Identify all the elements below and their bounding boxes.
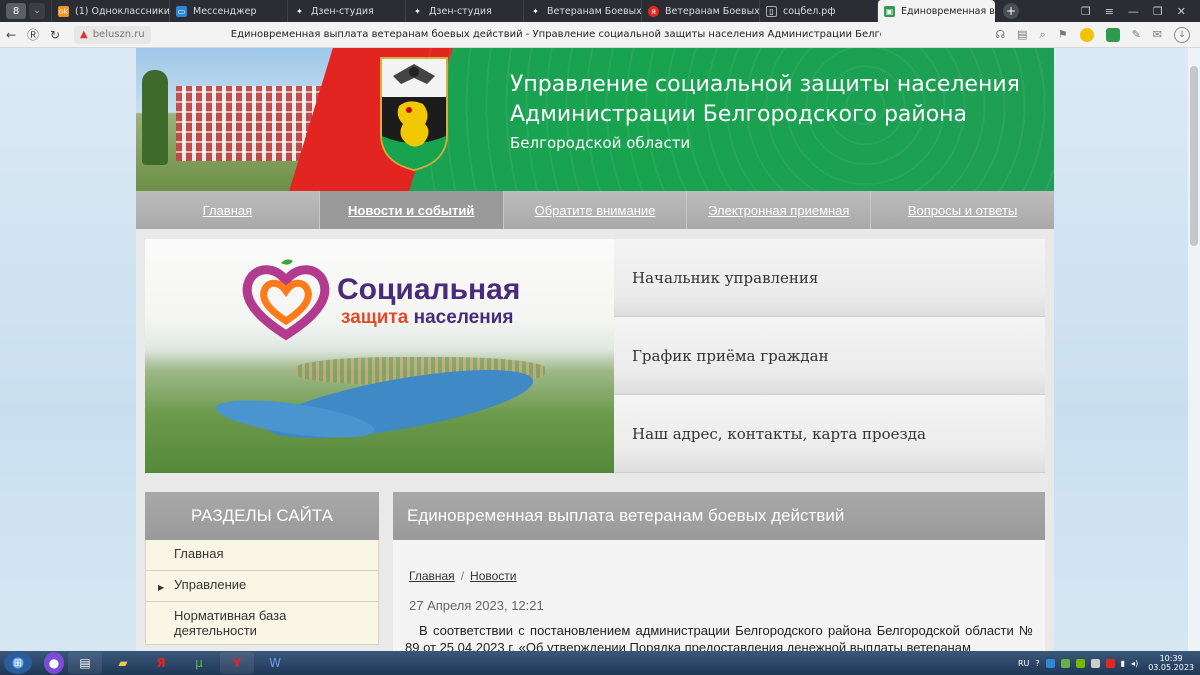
browser-tab-active[interactable]: ▣Единовременная выг✕ [877, 0, 995, 22]
link-reception-schedule[interactable]: График приёма граждан [614, 317, 1045, 395]
breadcrumb: Главная / Новости [409, 569, 517, 583]
sidebar-item-management[interactable]: ▶ Управление [145, 571, 379, 602]
hero-logo-title: Социальная [337, 273, 521, 306]
minimize-icon[interactable]: — [1128, 5, 1139, 18]
warning-icon: ▲ [80, 29, 88, 40]
new-tab-button[interactable]: + [1003, 3, 1019, 19]
reader-icon[interactable]: ▤ [1017, 28, 1027, 41]
sidebar: РАЗДЕЛЫ САЙТА Главная ▶ Управление Нормат… [145, 492, 379, 651]
scrollbar-thumb[interactable] [1190, 66, 1198, 246]
tray-app-icon[interactable] [1075, 658, 1085, 668]
browser-tab-strip: 8 ⌄ ok (1) Одноклассники ▭ Мессенджер ✦ Дзе… [0, 0, 1200, 22]
close-window-icon[interactable]: ✕ [1177, 5, 1186, 18]
yandex-browser-icon[interactable]: Я [144, 652, 178, 674]
browser-tab[interactable]: ✦ Дзен-студия [287, 0, 405, 22]
zen-icon: ✦ [414, 6, 421, 16]
tray-app-icon[interactable] [1090, 658, 1100, 668]
page-title-in-address-bar[interactable]: Единовременная выплата ветеранам боевых … [231, 29, 881, 40]
utorrent-icon[interactable]: µ [182, 652, 216, 674]
folder-icon[interactable]: ▰ [106, 652, 140, 674]
coat-of-arms-icon [380, 57, 448, 172]
maximize-icon[interactable]: ❐ [1153, 5, 1163, 18]
hero-links: Начальник управления График приёма гражд… [614, 239, 1045, 473]
headphones-icon[interactable]: ☊ [995, 28, 1005, 41]
browser-tab[interactable]: яВетеранам Боевых Дейс [641, 0, 759, 22]
volume-icon[interactable]: ◂) [1131, 659, 1138, 668]
back-icon[interactable]: ← [0, 28, 22, 42]
yandex-home-icon[interactable]: Ⓡ [22, 26, 44, 43]
chevron-down-icon[interactable]: ⌄ [29, 3, 45, 19]
nav-item-news[interactable]: Новости и событий [319, 191, 504, 229]
translate-icon[interactable]: ⌕ [1040, 28, 1046, 42]
alice-icon[interactable]: ● [44, 652, 64, 674]
browser-tab[interactable]: ok (1) Одноклассники [51, 0, 169, 22]
article-body: В соответствии с постановлением админист… [405, 623, 1033, 651]
nav-item-attention[interactable]: Обратите внимание [504, 191, 688, 229]
browser-tab[interactable]: ✦Ветеранам Боевых Дейс [523, 0, 641, 22]
main-navigation: Главная Новости и событий Обратите внима… [136, 191, 1054, 229]
sidebar-item-home[interactable]: Главная [145, 540, 379, 571]
address-bar-tools: ☊ ▤ ⌕ ⚑ ✎ ✉ ↓ [995, 26, 1200, 43]
link-head-of-department[interactable]: Начальник управления [614, 239, 1045, 317]
page-viewport: Управление социальной защиты населения Ад… [0, 48, 1200, 651]
sidebar-item-regulations[interactable]: Нормативная база деятельности [145, 602, 379, 645]
zen-icon: ✦ [296, 6, 303, 16]
protect-icon[interactable] [1105, 27, 1120, 42]
mail-icon[interactable]: ✉ [1153, 28, 1162, 41]
article-date: 27 Апреля 2023, 12:21 [409, 598, 544, 613]
bookmarks-icon[interactable]: ❐ [1081, 5, 1091, 18]
reload-icon[interactable]: ↻ [44, 28, 66, 42]
tray-app-icon[interactable] [1060, 658, 1070, 668]
word-icon[interactable]: W [258, 652, 292, 674]
tab-counter[interactable]: 8 [6, 3, 26, 19]
site-header-banner: Управление социальной защиты населения Ад… [136, 48, 1054, 191]
clock[interactable]: 10:39 03.05.2023 [1148, 654, 1194, 672]
yandex-icon: я [648, 5, 659, 17]
nav-item-faq[interactable]: Вопросы и ответы [871, 191, 1054, 229]
page-icon: ▯ [766, 5, 777, 17]
system-tray: RU ? ▮ ◂) 10:39 03.05.2023 [1018, 654, 1200, 672]
article-heading: Единовременная выплата ветеранам боевых … [393, 492, 1045, 540]
help-icon[interactable]: ? [1035, 659, 1039, 668]
nav-item-home[interactable]: Главная [136, 191, 320, 229]
sidebar-heading: РАЗДЕЛЫ САЙТА [145, 492, 379, 540]
breadcrumb-home[interactable]: Главная [409, 569, 455, 583]
site-container: Управление социальной защиты населения Ад… [136, 48, 1054, 651]
messenger-icon: ▭ [176, 5, 187, 17]
hero-block: Социальная защита населения Начальник уп… [145, 239, 1045, 473]
nav-item-e-reception[interactable]: Электронная приемная [687, 191, 872, 229]
extension-icon[interactable]: ✎ [1132, 28, 1141, 41]
menu-icon[interactable]: ≡ [1105, 5, 1114, 18]
zen-icon: ✦ [532, 6, 539, 16]
bookmark-icon[interactable]: ⚑ [1058, 28, 1068, 41]
tray-app-icon[interactable] [1105, 658, 1115, 668]
url-field[interactable]: ▲ beluszn.ru [74, 25, 151, 44]
link-address-contacts[interactable]: Наш адрес, контакты, карта проезда [614, 395, 1045, 473]
browser-tab[interactable]: ✦ Дзен-студия [405, 0, 523, 22]
windows-explorer-icon[interactable]: ▤ [68, 652, 102, 674]
breadcrumb-news[interactable]: Новости [470, 569, 516, 583]
tray-app-icon[interactable] [1045, 658, 1055, 668]
yandex-active-icon[interactable]: Y [220, 652, 254, 674]
start-button[interactable]: ⊞ [4, 652, 32, 674]
site-title: Управление социальной защиты населения Ад… [510, 72, 1020, 127]
browser-tab[interactable]: ▭ Мессенджер [169, 0, 287, 22]
heart-hands-logo-icon [242, 259, 330, 341]
network-icon[interactable]: ▮ [1121, 659, 1125, 668]
yandex-extension-icon[interactable] [1079, 27, 1094, 42]
article: Единовременная выплата ветеранам боевых … [393, 492, 1045, 651]
odnoklassniki-icon: ok [58, 5, 69, 17]
site-subtitle: Белгородской области [510, 134, 691, 152]
hero-logo-subtitle: защита населения [341, 307, 514, 328]
browser-tab[interactable]: ▯ соцбел.рф [759, 0, 877, 22]
windows-taskbar: ⊞ ● ▤ ▰ Я µ Y W RU ? ▮ ◂) 10:39 03.05.202… [0, 651, 1200, 675]
scrollbar[interactable] [1188, 48, 1200, 651]
site-favicon-icon: ▣ [884, 5, 895, 17]
window-controls: ❐ ≡ — ❐ ✕ [1081, 5, 1200, 18]
address-bar: ← Ⓡ ↻ ▲ beluszn.ru Единовременная выплата… [0, 22, 1200, 48]
caret-right-icon: ▶ [158, 583, 165, 592]
download-icon[interactable]: ↓ [1174, 26, 1190, 43]
hero-image[interactable]: Социальная защита населения [145, 239, 614, 473]
language-indicator[interactable]: RU [1018, 659, 1029, 668]
